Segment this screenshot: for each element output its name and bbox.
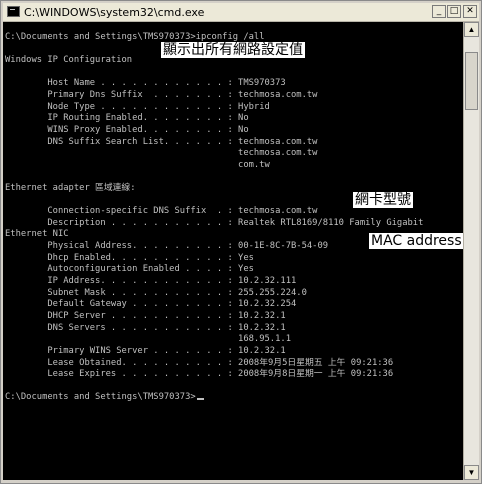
console-line: WINS Proxy Enabled. . . . . . . . : No xyxy=(5,125,249,135)
console-line: Physical Address. . . . . . . . . : 00-1… xyxy=(5,241,329,251)
cmd-icon xyxy=(7,6,20,17)
vertical-scrollbar[interactable]: ▲ ▼ xyxy=(463,22,479,480)
console-line: com.tw xyxy=(5,160,270,170)
scrollbar-thumb[interactable] xyxy=(465,52,478,110)
console-line: Ethernet NIC xyxy=(5,229,69,239)
title-bar[interactable]: C:\WINDOWS\system32\cmd.exe _ □ ✕ xyxy=(3,3,479,22)
console-line: Default Gateway . . . . . . . . . : 10.2… xyxy=(5,299,297,309)
scroll-up-icon[interactable]: ▲ xyxy=(464,22,479,37)
annotation-mac-address: MAC address xyxy=(369,233,464,249)
console-line: techmosa.com.tw xyxy=(5,148,318,158)
cmd-window: C:\WINDOWS\system32\cmd.exe _ □ ✕ C:\Doc… xyxy=(0,0,482,484)
console-line: Host Name . . . . . . . . . . . . : TMS9… xyxy=(5,78,286,88)
close-button[interactable]: ✕ xyxy=(463,5,477,18)
annotation-nic-model: 網卡型號 xyxy=(353,192,413,208)
prompt-text: C:\Documents and Settings\TMS970373> xyxy=(5,392,196,402)
scroll-down-icon[interactable]: ▼ xyxy=(464,465,479,480)
annotation-show-all: 顯示出所有網路設定值 xyxy=(161,42,305,58)
console-line: Autoconfiguration Enabled . . . . : Yes xyxy=(5,264,254,274)
window-title: C:\WINDOWS\system32\cmd.exe xyxy=(24,6,205,19)
console-line: Connection-specific DNS Suffix . : techm… xyxy=(5,206,318,216)
console-line: Primary Dns Suffix . . . . . . . : techm… xyxy=(5,90,318,100)
console-line: IP Address. . . . . . . . . . . . : 10.2… xyxy=(5,276,297,286)
console-line: Windows IP Configuration xyxy=(5,55,133,65)
console-line: Lease Expires . . . . . . . . . . : 2008… xyxy=(5,369,394,379)
console-line: 168.95.1.1 xyxy=(5,334,291,344)
console-line-prompt: C:\Documents and Settings\TMS970373> xyxy=(5,391,204,403)
minimize-button[interactable]: _ xyxy=(432,5,446,18)
console-line: Ethernet adapter 區域連線: xyxy=(5,183,136,193)
console-line: Primary WINS Server . . . . . . . : 10.2… xyxy=(5,346,286,356)
console-line: IP Routing Enabled. . . . . . . . : No xyxy=(5,113,249,123)
console-output[interactable]: C:\Documents and Settings\TMS970373>ipco… xyxy=(3,22,463,480)
maximize-button[interactable]: □ xyxy=(447,5,461,18)
text-cursor xyxy=(196,398,204,400)
console-line: DHCP Server . . . . . . . . . . . : 10.2… xyxy=(5,311,286,321)
